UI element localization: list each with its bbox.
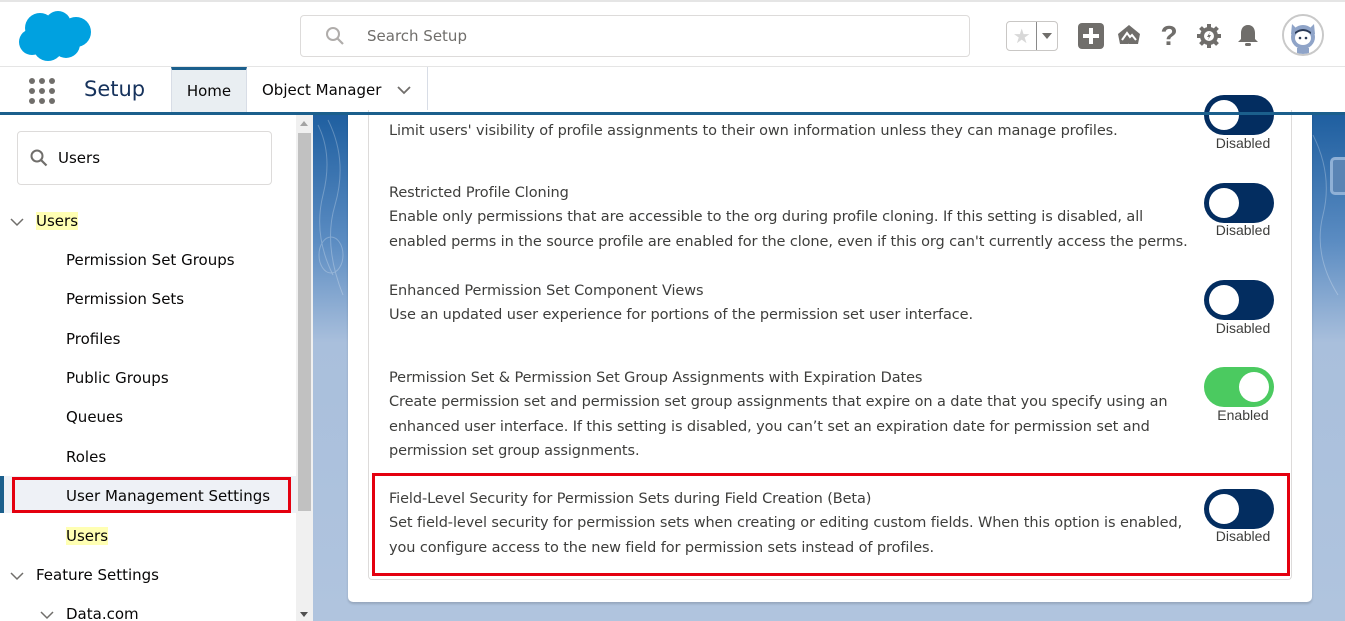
toggle-status: Enabled (1217, 407, 1269, 423)
favorites-star-icon[interactable]: ★ (1007, 22, 1036, 50)
tree-item-roles[interactable]: Roles (66, 444, 106, 470)
chevron-down-icon[interactable] (10, 569, 24, 583)
favorites-dropdown-icon[interactable] (1036, 22, 1057, 50)
chevron-down-icon[interactable] (40, 608, 54, 621)
tree-item-permission-sets[interactable]: Permission Sets (66, 286, 184, 312)
chevron-down-icon[interactable] (10, 215, 24, 229)
global-actions-plus-icon[interactable] (1077, 22, 1105, 50)
scroll-up-arrow-icon[interactable] (300, 121, 308, 126)
search-icon (30, 149, 48, 167)
search-icon (326, 27, 344, 45)
setting-description: Use an updated user experience for porti… (389, 307, 973, 323)
toggle-knob (1209, 100, 1239, 130)
user-avatar[interactable] (1282, 14, 1324, 56)
nav-accent-border (0, 112, 1345, 115)
tab-object-manager[interactable]: Object Manager (247, 67, 428, 112)
setting-toggle-enhanced-permission-set-views[interactable] (1204, 280, 1274, 320)
setting-toggle-assignments-expiration-dates[interactable] (1204, 367, 1274, 407)
tree-item-users[interactable]: Users (36, 208, 79, 234)
setup-sidebar: Users Permission Set Groups Permission S… (0, 115, 296, 621)
tree-item-label: Users (66, 527, 109, 545)
scroll-down-arrow-icon[interactable] (300, 612, 308, 617)
highlight-box-sidebar (12, 477, 291, 513)
app-title: Setup (84, 77, 146, 101)
setting-description: Create permission set and permission set… (389, 394, 1168, 459)
tree-item-profiles[interactable]: Profiles (66, 326, 120, 352)
toggle-knob (1209, 188, 1239, 218)
setting-title: Permission Set & Permission Set Group As… (389, 370, 923, 386)
tree-item-feature-settings[interactable]: Feature Settings (36, 562, 159, 588)
app-nav-bar: Setup Home Object Manager (0, 67, 1345, 115)
toggle-status: Disabled (1215, 320, 1271, 336)
search-setup-input[interactable] (367, 27, 927, 45)
global-header: ★ ? (0, 0, 1345, 67)
global-search[interactable] (300, 15, 970, 57)
tree-item-label: Users (36, 212, 79, 230)
tree-item-public-groups[interactable]: Public Groups (66, 365, 169, 391)
toggle-knob (1239, 372, 1269, 402)
quick-find-input[interactable] (58, 149, 258, 167)
notifications-bell-icon[interactable] (1234, 22, 1262, 50)
app-launcher-icon[interactable] (28, 77, 56, 105)
highlight-box-setting (372, 473, 1290, 576)
tree-item-permission-set-groups[interactable]: Permission Set Groups (66, 247, 235, 273)
setting-description: Enable only permissions that are accessi… (389, 209, 1188, 250)
toggle-status: Disabled (1215, 135, 1271, 151)
setting-title: Restricted Profile Cloning (389, 185, 569, 201)
panel-collapse-handle[interactable] (1330, 157, 1345, 195)
setting-profile-visibility: Limit users' visibility of profile assig… (389, 119, 1189, 144)
tree-item-data-com[interactable]: Data.com (66, 601, 139, 621)
scrollbar-thumb[interactable] (298, 133, 311, 511)
setting-assignments-expiration-dates: Permission Set & Permission Set Group As… (389, 366, 1189, 464)
tab-home[interactable]: Home (171, 67, 247, 112)
favorites-control[interactable]: ★ (1006, 21, 1058, 51)
setting-description: Limit users' visibility of profile assig… (389, 123, 1118, 139)
setting-toggle-restricted-profile-cloning[interactable] (1204, 183, 1274, 223)
help-icon[interactable]: ? (1155, 20, 1183, 51)
quick-find[interactable] (17, 131, 272, 185)
toggle-status: Disabled (1215, 222, 1271, 238)
tree-item-users-sub[interactable]: Users (66, 523, 109, 549)
setting-toggle-profile-visibility[interactable] (1204, 95, 1274, 135)
sidebar-scrollbar[interactable] (296, 115, 313, 621)
setting-restricted-profile-cloning: Restricted Profile Cloning Enable only p… (389, 181, 1189, 254)
chevron-down-icon[interactable] (397, 83, 412, 97)
setting-title: Enhanced Permission Set Component Views (389, 283, 704, 299)
setup-gear-icon[interactable] (1195, 22, 1223, 50)
setting-enhanced-permission-set-views: Enhanced Permission Set Component Views … (389, 279, 1189, 328)
tab-object-manager-label: Object Manager (262, 80, 382, 99)
tree-item-queues[interactable]: Queues (66, 404, 123, 430)
toggle-knob (1209, 285, 1239, 315)
salesforce-logo-icon[interactable] (18, 10, 92, 62)
selected-indicator (0, 476, 4, 513)
tab-home-label: Home (186, 82, 232, 100)
trailhead-icon[interactable] (1115, 22, 1143, 50)
